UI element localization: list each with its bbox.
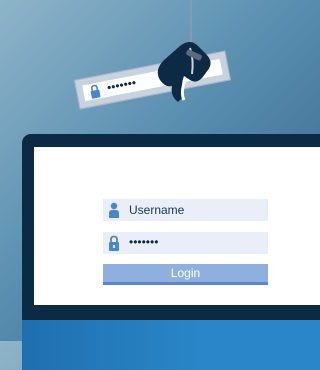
computer-monitor: Username ••••••• Login [22, 134, 320, 370]
user-icon [109, 202, 119, 218]
monitor-base [22, 320, 320, 370]
thief-hand-icon [157, 42, 211, 102]
stolen-password-dots: ••••••• [105, 75, 138, 95]
username-field[interactable]: Username [103, 199, 268, 221]
password-field[interactable]: ••••••• [103, 232, 268, 254]
lock-icon [109, 235, 119, 251]
login-button[interactable]: Login [103, 264, 268, 285]
password-dots: ••••••• [129, 235, 159, 249]
username-placeholder: Username [129, 203, 185, 217]
monitor-screen: Username ••••••• Login [34, 147, 320, 305]
phishing-illustration: Username ••••••• Login ••••••• [0, 0, 320, 370]
lock-icon [90, 84, 101, 99]
